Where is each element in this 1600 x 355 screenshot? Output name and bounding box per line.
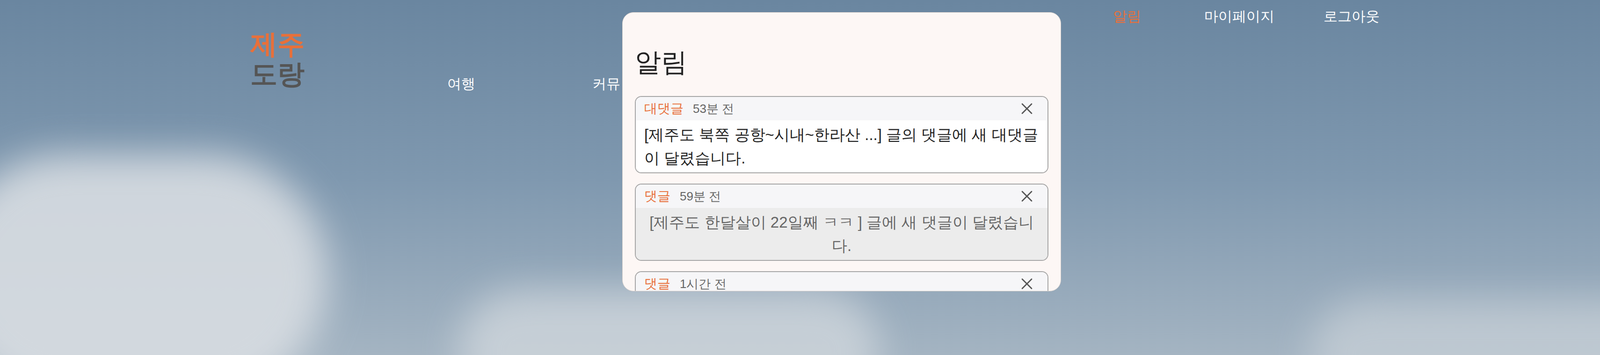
notification-header: 댓글 59분 전 (635, 184, 1048, 208)
nav-item[interactable]: 여행 (447, 72, 476, 95)
notification-message: [제주도 북쪽 공항~시내~한라산 ...] 글의 댓글에 새 대댓글이 달렸습… (644, 123, 1040, 170)
notification-card[interactable]: 댓글 1시간 전 (634, 270, 1049, 291)
cloud (458, 290, 880, 355)
cloud (0, 154, 328, 355)
notification-body: [제주도 한달살이 22일째 ㅋㅋ ] 글에 새 댓글이 달렸습니다. (635, 207, 1048, 260)
close-icon (1017, 186, 1037, 206)
nav-item[interactable]: 커뮤 (592, 72, 621, 95)
cloud (1309, 299, 1600, 355)
main-nav: 여행 커뮤 (447, 72, 621, 95)
notification-type: 댓글 (644, 273, 671, 291)
notification-card[interactable]: 대댓글 53분 전 [제주도 북쪽 공항~시내~한라산 ...] 글의 댓글에 새 … (634, 95, 1049, 174)
notification-time: 53분 전 (692, 99, 735, 118)
notification-header: 댓글 1시간 전 (635, 271, 1048, 291)
popup-title: 알림 (634, 46, 1049, 79)
logo[interactable]: 제주도랑 (250, 29, 305, 89)
page: 제주도랑여행커뮤알림마이페이지로그아웃알림대댓글53분 전[제주도 북쪽 공항~… (0, 0, 1600, 355)
notification-time: 59분 전 (679, 187, 721, 206)
logo-line: 도랑 (250, 58, 305, 89)
top-links: 알림마이페이지로그아웃 (1070, 5, 1408, 27)
top-link[interactable]: 알림 (1070, 5, 1184, 27)
notification-type: 대댓글 (644, 98, 684, 119)
notification-message: [제주도 한달살이 22일째 ㅋㅋ ] 글에 새 댓글이 달렸습니다. (644, 210, 1040, 257)
logo-line: 제주 (250, 29, 305, 59)
close-button[interactable] (1017, 99, 1037, 118)
close-button[interactable] (1017, 274, 1037, 291)
notification-card[interactable]: 댓글 59분 전 [제주도 한달살이 22일째 ㅋㅋ ] 글에 새 댓글이 달렸습니… (634, 183, 1049, 261)
notification-header: 대댓글 53분 전 (635, 96, 1048, 121)
close-icon (1017, 274, 1037, 291)
notification-type: 댓글 (644, 186, 671, 206)
close-icon (1017, 99, 1037, 118)
notification-body: [제주도 북쪽 공항~시내~한라산 ...] 글의 댓글에 새 대댓글이 달렸습… (635, 120, 1048, 173)
top-link[interactable]: 마이페이지 (1183, 5, 1296, 27)
close-button[interactable] (1017, 186, 1037, 206)
notification-list: 대댓글 53분 전 [제주도 북쪽 공항~시내~한라산 ...] 글의 댓글에 새 … (634, 95, 1049, 291)
notification-time: 1시간 전 (679, 274, 727, 292)
top-link[interactable]: 로그아웃 (1295, 5, 1408, 27)
notification-popup: 알림대댓글 53분 전 [제주도 북쪽 공항~시내~한라산 ...] 글의 댓글에 … (622, 12, 1062, 291)
